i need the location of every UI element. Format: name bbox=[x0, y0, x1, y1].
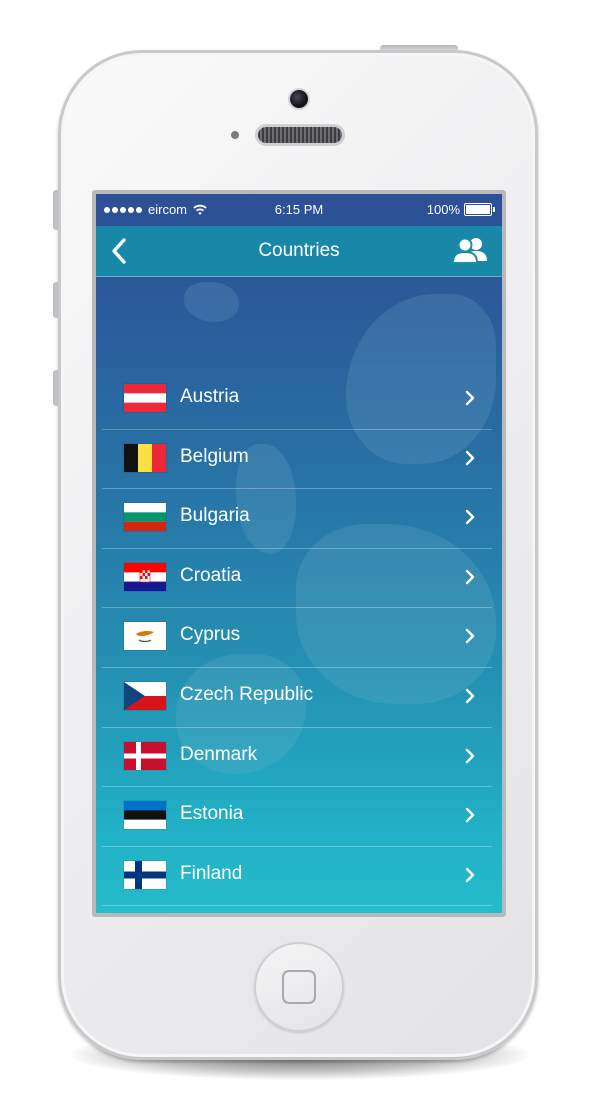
battery-group: 100% bbox=[426, 202, 495, 217]
earpiece-speaker bbox=[258, 127, 342, 143]
chevron-right-icon bbox=[465, 629, 475, 644]
chevron-right-icon bbox=[465, 390, 475, 406]
country-name: Austria bbox=[180, 386, 240, 407]
croatia-flag-icon bbox=[124, 562, 166, 591]
list-item-bulgaria[interactable]: Bulgaria bbox=[102, 489, 492, 549]
chevron-right-icon bbox=[465, 450, 475, 465]
list-item-belgium[interactable]: Belgium bbox=[102, 430, 492, 490]
home-button[interactable] bbox=[254, 942, 344, 1032]
list-item-austria[interactable]: Austria bbox=[102, 370, 492, 430]
country-name: Denmark bbox=[180, 743, 258, 765]
contacts-icon bbox=[451, 237, 487, 264]
country-name: Bulgaria bbox=[180, 505, 250, 527]
home-square-icon bbox=[282, 970, 316, 1004]
country-name: Estonia bbox=[180, 803, 244, 825]
country-name: Croatia bbox=[180, 564, 242, 586]
list-item-finland[interactable]: Finland bbox=[102, 847, 492, 907]
screen-bezel: eircom 6:15 PM 100% Countries Austria Be… bbox=[92, 190, 506, 917]
chevron-right-icon bbox=[465, 688, 475, 704]
finland-flag-icon bbox=[124, 860, 166, 889]
battery-percent: 100% bbox=[426, 202, 460, 217]
chevron-right-icon bbox=[465, 867, 475, 882]
contacts-button[interactable] bbox=[450, 234, 490, 268]
czech-republic-flag-icon bbox=[124, 681, 166, 710]
bulgaria-flag-icon bbox=[124, 503, 166, 532]
status-bar: eircom 6:15 PM 100% bbox=[96, 194, 502, 226]
country-name: Belgium bbox=[180, 445, 249, 467]
list-item-czech-republic[interactable]: Czech Republic bbox=[102, 668, 492, 728]
country-name: Finland bbox=[180, 862, 243, 884]
austria-flag-icon bbox=[124, 384, 166, 412]
background-map bbox=[184, 282, 239, 322]
page-title: Countries bbox=[258, 240, 340, 261]
cyprus-flag-icon bbox=[124, 622, 166, 651]
battery-icon bbox=[464, 203, 495, 216]
chevron-right-icon bbox=[465, 748, 475, 763]
screen: eircom 6:15 PM 100% Countries Austria Be… bbox=[96, 194, 502, 913]
list-item-croatia[interactable]: Croatia bbox=[102, 549, 492, 609]
list-item-denmark[interactable]: Denmark bbox=[102, 728, 492, 788]
country-name: Czech Republic bbox=[180, 683, 314, 705]
chevron-right-icon bbox=[465, 569, 475, 584]
list-item-estonia[interactable]: Estonia bbox=[102, 787, 492, 847]
proximity-sensor bbox=[231, 131, 239, 139]
belgium-flag-icon bbox=[124, 443, 166, 472]
country-name: Cyprus bbox=[180, 624, 241, 646]
chevron-right-icon bbox=[465, 807, 475, 823]
chevron-right-icon bbox=[465, 509, 475, 525]
denmark-flag-icon bbox=[124, 741, 166, 770]
estonia-flag-icon bbox=[124, 801, 166, 830]
list-item-cyprus[interactable]: Cyprus bbox=[102, 608, 492, 668]
navigation-bar: Countries bbox=[96, 226, 502, 277]
country-list: Austria Belgium Bulgaria Croatia Cyprus … bbox=[102, 370, 492, 907]
front-camera bbox=[290, 90, 308, 108]
